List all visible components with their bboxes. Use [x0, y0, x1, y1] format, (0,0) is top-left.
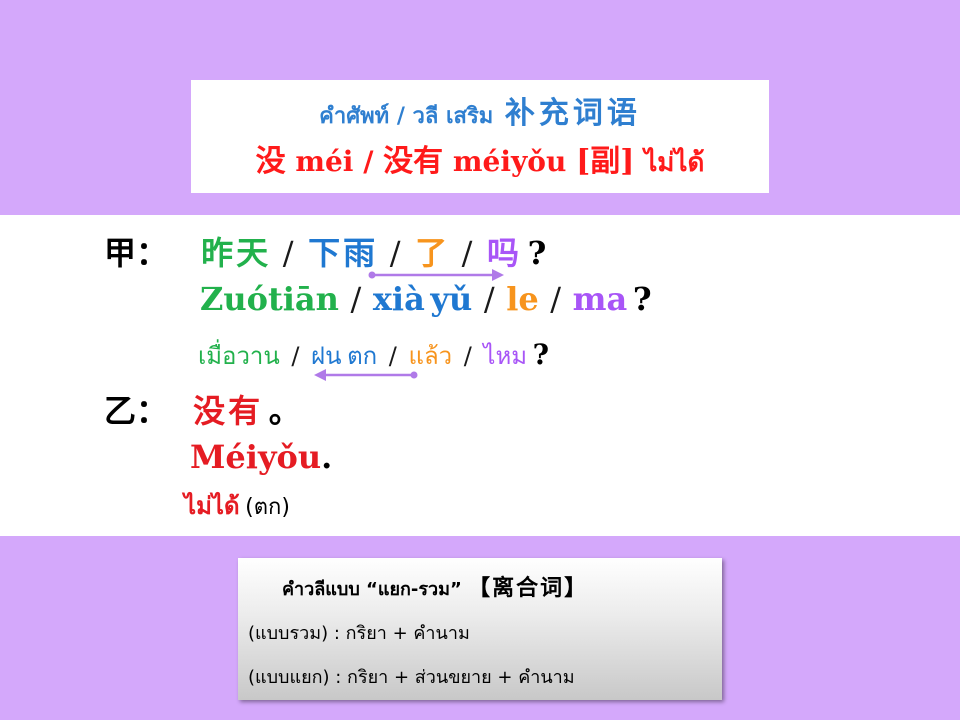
thai-not: ไม่ได้ [184, 492, 240, 520]
question-mark: ? [527, 234, 550, 272]
pinyin-le: le [506, 280, 539, 318]
thai-rain: ฝน [311, 342, 342, 370]
info-line-combined: (แบบรวม) : กริยา + คำนาม [248, 623, 470, 644]
title-thai-meaning: ไม่ได้ [644, 148, 705, 178]
hanzi-xiayu: 下雨 [308, 234, 379, 272]
period-mark: 。 [268, 392, 304, 430]
speaker-b-pinyin-line: Méiyǒu. [190, 438, 332, 476]
hanzi-le: 了 [415, 234, 451, 272]
title-word-meiyou: 没有 [383, 144, 444, 179]
pinyin-zuotian: Zuótiān [200, 280, 339, 318]
separator: / [550, 280, 562, 318]
speaker-b-label: 乙： [104, 392, 169, 430]
info-box: คำวลีแบบ “แยก-รวม” 【离合词】 (แบบรวม) : กริย… [238, 558, 722, 700]
speaker-b-hanzi-line: 乙： 没有 。 [104, 386, 304, 432]
title-line-2: 没 méi / 没有 méiyǒu [副] ไม่ได้ [191, 136, 769, 183]
thai-already: แล้ว [408, 342, 453, 370]
title-pinyin-mei: méi [295, 145, 354, 178]
hanzi-meiyou: 没有 [193, 392, 264, 430]
title-pinyin-meiyou: méiyǒu [452, 145, 567, 178]
thai-note: (ตก) [245, 495, 290, 520]
separator: / [350, 280, 362, 318]
info-line-separated: (แบบแยก) : กริยา + ส่วนขยาย + คำนาม [248, 667, 575, 688]
title-part-of-speech: [副] [576, 144, 635, 179]
info-title: คำวลีแบบ “แยก-รวม” 【离合词】 [282, 570, 588, 603]
title-chinese: 补充词语 [504, 96, 641, 131]
period-mark: . [321, 438, 333, 476]
speaker-b-thai-line: ไม่ได้ (ตก) [184, 486, 290, 525]
thai-yesterday: เมื่อวาน [198, 342, 280, 370]
pinyin-yu: yǔ [430, 280, 473, 318]
separator: / [388, 342, 397, 370]
thai-fall: ตก [347, 342, 378, 370]
info-title-chinese: 【离合词】 [468, 575, 589, 601]
separator: / [483, 280, 495, 318]
pinyin-xia: xià [372, 280, 425, 318]
separator: / [463, 342, 472, 370]
separator: / [461, 234, 476, 272]
info-title-thai: คำวลีแบบ “แยก-รวม” [282, 579, 462, 600]
hanzi-ma: 吗 [487, 234, 523, 272]
pinyin-ma: ma [572, 280, 628, 318]
title-word-mei: 没 [255, 144, 286, 179]
title-line-1: คำศัพท์ / วลี เสริม 补充词语 [191, 88, 769, 133]
speaker-a-pinyin-line: Zuótiān / xià yǔ / le / ma ? [200, 280, 652, 318]
separator: / [389, 234, 404, 272]
pinyin-meiyou: Méiyǒu [190, 438, 322, 476]
speaker-a-label: 甲： [104, 234, 169, 272]
question-mark: ? [632, 280, 652, 318]
title-slash: / [363, 145, 374, 178]
separator: / [282, 234, 297, 272]
thai-question: ไหม [483, 342, 528, 370]
question-mark: ? [532, 338, 550, 371]
arrow-leftward [314, 369, 418, 381]
title-thai: คำศัพท์ / วลี เสริม [319, 104, 494, 129]
hanzi-zuotian: 昨天 [201, 234, 272, 272]
title-box: คำศัพท์ / วลี เสริม 补充词语 没 méi / 没有 méiy… [191, 80, 769, 193]
separator: / [291, 342, 300, 370]
